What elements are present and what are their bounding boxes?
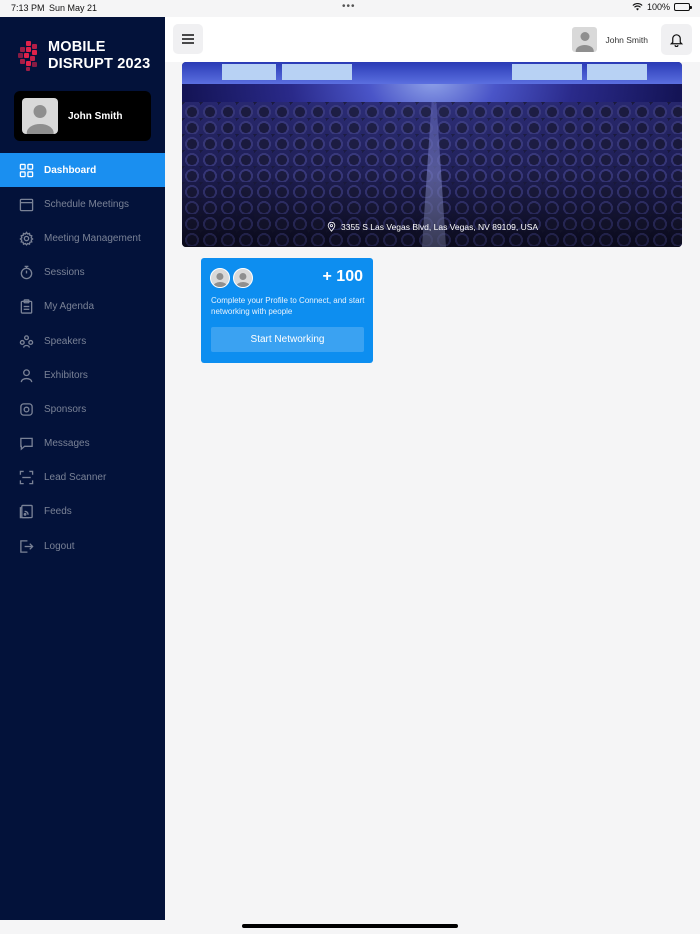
stopwatch-icon bbox=[19, 265, 34, 280]
location-text: 3355 S Las Vegas Blvd, Las Vegas, NV 891… bbox=[341, 222, 539, 232]
sidebar-item-label: Exhibitors bbox=[44, 369, 88, 381]
sidebar-item-label: Messages bbox=[44, 438, 90, 450]
hamburger-icon bbox=[182, 34, 194, 44]
sidebar-item-label: Dashboard bbox=[44, 164, 97, 176]
brand-line-1: MOBILE bbox=[48, 39, 106, 55]
scanner-icon bbox=[19, 470, 34, 485]
sidebar-item-speakers[interactable]: Speakers bbox=[0, 324, 165, 358]
sidebar-item-sessions[interactable]: Sessions bbox=[0, 256, 165, 290]
sidebar-item-label: My Agenda bbox=[44, 301, 95, 313]
sidebar-item-label: Lead Scanner bbox=[44, 472, 107, 484]
sidebar-item-label: Feeds bbox=[44, 506, 72, 518]
person-icon bbox=[19, 368, 34, 383]
calendar-icon bbox=[19, 197, 34, 212]
networking-avatars bbox=[210, 268, 256, 288]
sidebar-item-messages[interactable]: Messages bbox=[0, 427, 165, 461]
header-user-name: John Smith bbox=[605, 34, 648, 45]
sidebar-item-label: Schedule Meetings bbox=[44, 198, 130, 210]
status-right: 100% bbox=[632, 2, 692, 12]
avatar bbox=[572, 27, 598, 52]
chat-icon bbox=[19, 436, 34, 451]
header-user[interactable]: John Smith bbox=[572, 27, 648, 52]
sidebar-item-sponsors[interactable]: Sponsors bbox=[0, 392, 165, 426]
event-banner: 3355 S Las Vegas Blvd, Las Vegas, NV 891… bbox=[182, 62, 682, 247]
networking-card: + 100 Complete your Profile to Connect, … bbox=[201, 258, 373, 363]
start-networking-button[interactable]: Start Networking bbox=[211, 327, 364, 352]
brand-line-2: DISRUPT 2023 bbox=[48, 56, 151, 72]
sidebar-item-label: Sponsors bbox=[44, 403, 87, 415]
multitask-dots[interactable]: ••• bbox=[342, 1, 356, 12]
networking-description: Complete your Profile to Connect, and st… bbox=[211, 296, 365, 316]
battery-percent: 100% bbox=[646, 2, 670, 12]
profile-name: John Smith bbox=[68, 110, 123, 122]
notifications-button[interactable] bbox=[661, 24, 692, 55]
sponsor-icon bbox=[19, 402, 34, 417]
sidebar: MOBILE DISRUPT 2023 John Smith Dashboard… bbox=[0, 17, 165, 920]
top-header: John Smith bbox=[165, 17, 700, 62]
feeds-icon bbox=[19, 504, 34, 519]
battery-icon bbox=[674, 3, 692, 11]
brand-logo-icon bbox=[18, 41, 37, 71]
sidebar-item-schedule-meetings[interactable]: Schedule Meetings bbox=[0, 187, 165, 221]
wifi-icon bbox=[632, 3, 643, 11]
speakers-icon bbox=[19, 334, 34, 349]
brand: MOBILE DISRUPT 2023 bbox=[18, 39, 150, 73]
home-indicator[interactable] bbox=[242, 924, 458, 928]
sidebar-item-exhibitors[interactable]: Exhibitors bbox=[0, 358, 165, 392]
sidebar-item-label: Sessions bbox=[44, 267, 85, 279]
logout-icon bbox=[19, 539, 34, 554]
avatar bbox=[233, 268, 253, 288]
clipboard-icon bbox=[19, 299, 34, 315]
avatar bbox=[210, 268, 230, 288]
gear-icon bbox=[19, 231, 34, 246]
location-pin-icon bbox=[327, 222, 336, 232]
banner-shade bbox=[182, 62, 682, 247]
brand-title: MOBILE DISRUPT 2023 bbox=[48, 39, 150, 73]
sidebar-item-my-agenda[interactable]: My Agenda bbox=[0, 290, 165, 324]
menu-button[interactable] bbox=[173, 24, 203, 54]
profile-card[interactable]: John Smith bbox=[14, 91, 151, 141]
sidebar-item-label: Meeting Management bbox=[44, 232, 141, 244]
bell-icon bbox=[669, 34, 684, 47]
sidebar-item-dashboard[interactable]: Dashboard bbox=[0, 153, 165, 188]
sidebar-item-label: Logout bbox=[44, 540, 75, 552]
status-date: Sun May 21 bbox=[49, 3, 98, 13]
sidebar-nav: Dashboard Schedule Meetings Meeting Mana… bbox=[0, 153, 165, 563]
sidebar-item-logout[interactable]: Logout bbox=[0, 529, 165, 563]
status-bar: 7:13 PM Sun May 21 ••• 100% bbox=[0, 0, 700, 17]
status-time: 7:13 PM bbox=[11, 3, 45, 13]
sidebar-item-label: Speakers bbox=[44, 335, 87, 347]
grid-icon bbox=[19, 163, 34, 178]
sidebar-item-feeds[interactable]: Feeds bbox=[0, 495, 165, 529]
sidebar-item-meeting-management[interactable]: Meeting Management bbox=[0, 221, 165, 255]
avatar bbox=[22, 98, 58, 134]
networking-count: + 100 bbox=[322, 268, 363, 285]
event-location: 3355 S Las Vegas Blvd, Las Vegas, NV 891… bbox=[327, 222, 538, 232]
sidebar-item-lead-scanner[interactable]: Lead Scanner bbox=[0, 461, 165, 495]
